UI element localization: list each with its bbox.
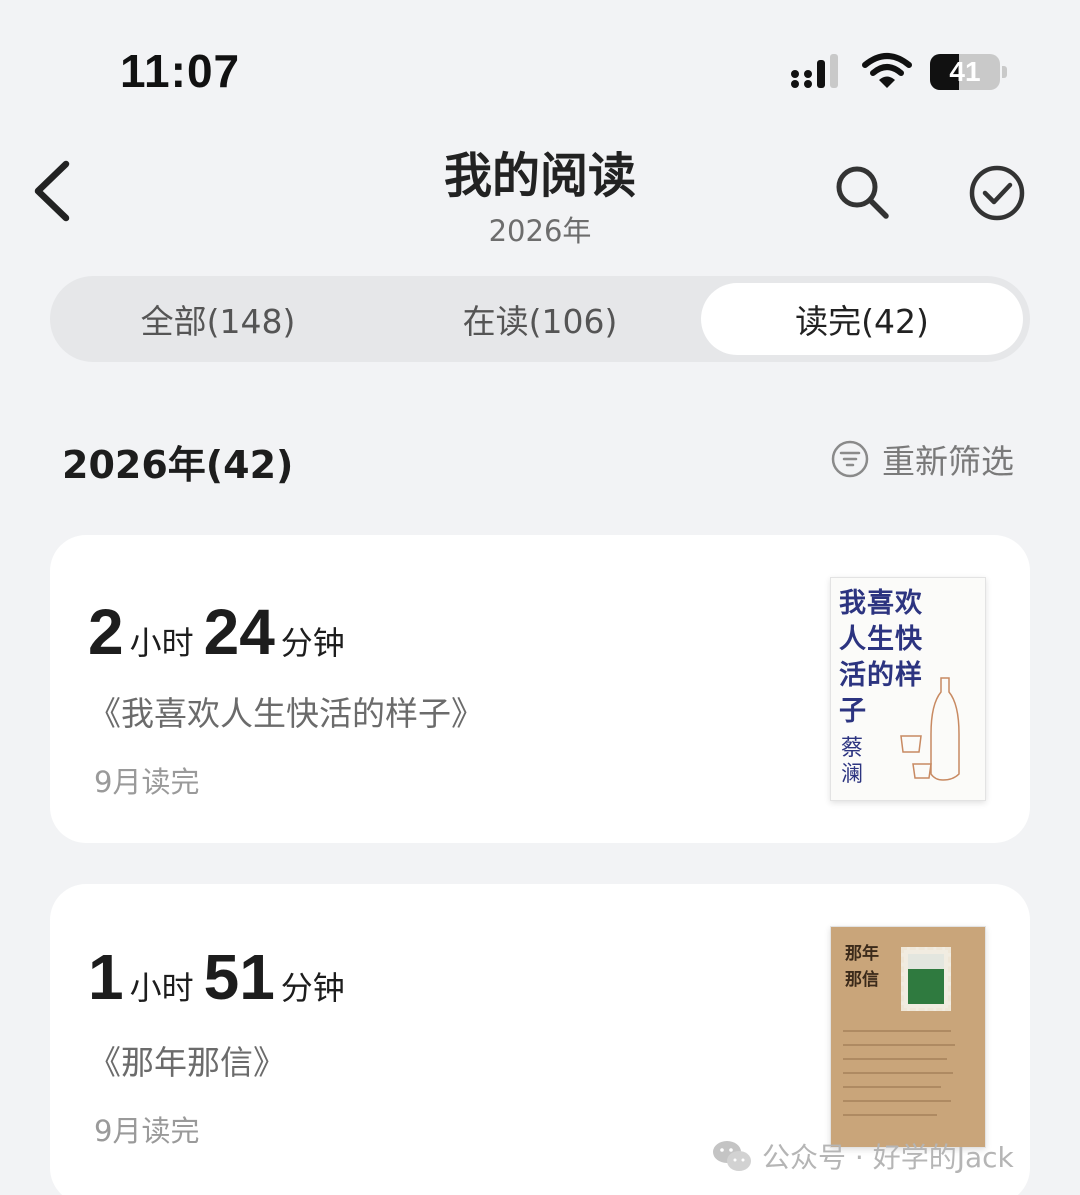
book-title: 《我喜欢人生快活的样子》 (88, 694, 484, 733)
battery-body: 41 (930, 54, 1000, 90)
stamp-image (908, 954, 944, 1004)
vase-illustration (900, 677, 960, 781)
battery-cap (1002, 66, 1007, 78)
tab-finished[interactable]: 读完(42) (701, 283, 1023, 355)
status-time: 11:07 (120, 45, 241, 97)
duration-hours-unit: 小时 (129, 624, 194, 662)
reading-duration: 2 小时 24 分钟 (88, 595, 355, 669)
cellular-signal-icon (791, 54, 838, 88)
duration-hours: 1 (88, 941, 124, 1013)
search-icon (836, 166, 889, 219)
duration-minutes: 51 (203, 941, 275, 1013)
select-button[interactable] (968, 164, 1026, 222)
duration-hours: 2 (88, 596, 124, 668)
duration-minutes-unit: 分钟 (280, 624, 345, 662)
check-circle-icon (969, 165, 1025, 221)
book-cover[interactable]: 我喜欢人生快活的样子 蔡澜 (830, 577, 986, 801)
duration-minutes: 24 (203, 596, 275, 668)
cover-author: 蔡澜 (841, 736, 864, 787)
reading-screen: 11:07 41 我的阅读 2026年 全部(148) 在读(106) 读完(4… (0, 0, 1080, 1195)
reading-duration: 1 小时 51 分钟 (88, 940, 355, 1014)
battery-indicator: 41 (930, 54, 1008, 90)
stamp-illustration (901, 947, 951, 1011)
refilter-label: 重新筛选 (882, 442, 1014, 481)
wifi-icon (862, 53, 912, 88)
battery-level: 41 (949, 56, 981, 87)
page-title: 我的阅读 (443, 148, 636, 204)
cover-title: 那年那信 (845, 944, 879, 990)
handwriting-illustration (843, 1030, 955, 1116)
tab-reading[interactable]: 在读(106) (379, 283, 701, 355)
book-card[interactable]: 2 小时 24 分钟 《我喜欢人生快活的样子》 9月读完 我喜欢人生快活的样子 … (50, 535, 1030, 843)
duration-minutes-unit: 分钟 (280, 969, 345, 1007)
watermark-text: 公众号 · 好学的Jack (762, 1141, 1014, 1174)
finish-date: 9月读完 (94, 1114, 200, 1148)
section-title: 2026年(42) (62, 443, 294, 487)
duration-hours-unit: 小时 (129, 969, 194, 1007)
wechat-icon (713, 1141, 751, 1171)
book-title: 《那年那信》 (88, 1043, 286, 1082)
book-cover[interactable]: 那年那信 (830, 926, 986, 1148)
search-button[interactable] (832, 162, 892, 222)
tab-all[interactable]: 全部(148) (57, 283, 379, 355)
filter-icon (831, 440, 869, 478)
refilter-button[interactable]: 重新筛选 (830, 436, 1014, 482)
reading-status-tabs: 全部(148) 在读(106) 读完(42) (50, 276, 1030, 362)
finish-date: 9月读完 (94, 765, 200, 799)
page-subtitle: 2026年 (488, 214, 592, 248)
watermark: 公众号 · 好学的Jack (712, 1136, 1014, 1176)
